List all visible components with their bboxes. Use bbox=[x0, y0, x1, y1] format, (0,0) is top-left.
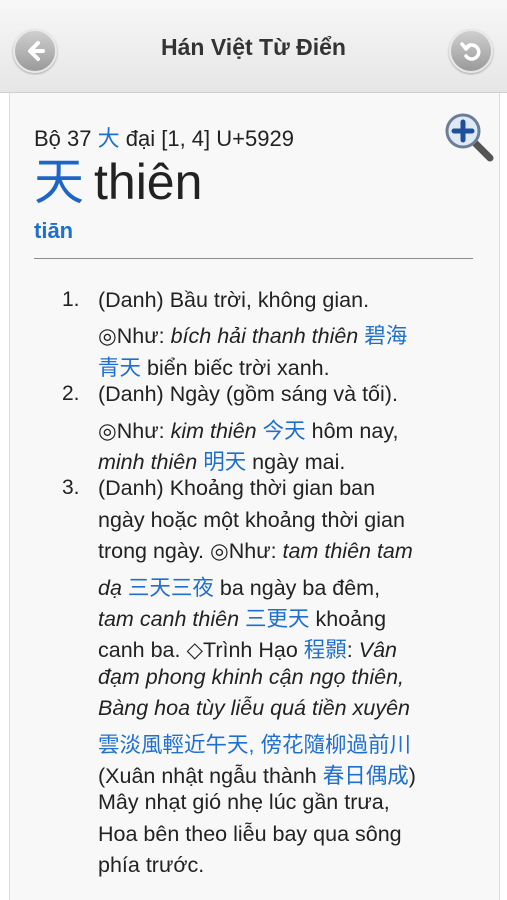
definition-text: : bbox=[346, 638, 359, 663]
italic-term: dạ bbox=[98, 575, 122, 600]
definition-line: 雲淡風輕近午天, 傍花隨柳過前川 bbox=[98, 728, 411, 759]
definition-text: canh ba. ◇Trình Hạo bbox=[98, 638, 304, 663]
italic-term: đạm phong khinh cận ngọ thiên, bbox=[98, 664, 405, 689]
headword-char: 天 bbox=[34, 154, 84, 210]
hanzi-link[interactable]: 今天 bbox=[263, 419, 306, 443]
definition-text: Mây nhạt gió nhẹ lúc gần trưa, bbox=[98, 790, 390, 815]
undo-button[interactable] bbox=[449, 29, 493, 73]
hanzi-link[interactable]: 春日偶成 bbox=[323, 764, 409, 788]
hanzi-link[interactable]: 程顥 bbox=[304, 638, 347, 662]
definition-line: dạ 三天三夜 ba ngày ba đêm, bbox=[98, 571, 380, 602]
definition-text: ngày hoặc một khoảng thời gian bbox=[98, 507, 405, 532]
hanzi-link[interactable]: 明天 bbox=[203, 450, 246, 474]
definition-text: hôm nay, bbox=[305, 418, 399, 443]
hanzi-link[interactable]: 三更天 bbox=[245, 607, 310, 631]
definition-text: ) bbox=[408, 764, 416, 788]
definition-text: (Danh) Ngày (gồm sáng và tối). bbox=[98, 382, 398, 407]
navigation-bar: Hán Việt Từ Điển bbox=[0, 0, 507, 93]
definition-text: phía trước. bbox=[98, 853, 205, 878]
hanzi-link[interactable]: 三天三夜 bbox=[128, 576, 214, 600]
definition-text: (Danh) Bầu trời, không gian. bbox=[98, 288, 370, 312]
definition-text: ◎Như: bbox=[98, 324, 171, 349]
definition-text: trong ngày. ◎Như: bbox=[98, 539, 283, 564]
definition-line: ◎Như: bích hải thanh thiên 碧海 bbox=[98, 319, 407, 350]
definition-line: ◎Như: kim thiên 今天 hôm nay, bbox=[98, 414, 398, 445]
definition-text: biển biếc trời xanh. bbox=[141, 355, 330, 380]
page-title: Hán Việt Từ Điển bbox=[161, 34, 346, 60]
definition-line: phía trước. bbox=[98, 853, 204, 878]
definition-line: minh thiên 明天 ngày mai. bbox=[98, 445, 345, 476]
definition-text: khoảng bbox=[309, 607, 387, 631]
definition-number: 2. bbox=[62, 382, 80, 406]
definition-line: (Xuân nhật ngẫu thành 春日偶成) bbox=[98, 759, 416, 790]
undo-icon bbox=[460, 42, 481, 61]
hanzi-link[interactable]: 雲淡風輕近午天, 傍花隨柳過前川 bbox=[98, 733, 411, 757]
definition-line: Bàng hoa tùy liễu quá tiền xuyên bbox=[98, 696, 410, 721]
zoom-in-icon[interactable] bbox=[442, 110, 498, 166]
italic-term: bích hải thanh thiên bbox=[170, 324, 359, 349]
italic-term: tam canh thiên bbox=[98, 607, 240, 631]
italic-term: minh thiên bbox=[98, 450, 198, 474]
hanzi-link[interactable]: 碧海 bbox=[364, 324, 407, 348]
definition-line: đạm phong khinh cận ngọ thiên, bbox=[98, 665, 404, 690]
definition-text: (Xuân nhật ngẫu thành bbox=[98, 764, 323, 788]
headword: 天 thiên bbox=[34, 152, 202, 212]
definition-line: ngày hoặc một khoảng thời gian bbox=[98, 508, 405, 533]
definition-line: Hoa bên theo liễu bay qua sông bbox=[98, 822, 402, 847]
definition-text: Hoa bên theo liễu bay qua sông bbox=[98, 821, 402, 846]
italic-term: kim thiên bbox=[170, 418, 257, 443]
definition-line: (Danh) Khoảng thời gian ban bbox=[98, 476, 375, 501]
radical-details: đại [1, 4] U+5929 bbox=[125, 126, 294, 151]
italic-term: tam thiên tam bbox=[282, 539, 413, 564]
definition-line: tam canh thiên 三更天 khoảng bbox=[98, 602, 386, 633]
radical-info: Bộ 37 大 đại [1, 4] U+5929 bbox=[34, 121, 294, 153]
definition-number: 1. bbox=[62, 288, 80, 311]
definition-number: 3. bbox=[62, 476, 80, 500]
divider bbox=[34, 258, 473, 259]
definition-text: (Danh) Khoảng thời gian ban bbox=[98, 476, 376, 501]
definition-line: 青天 biển biếc trời xanh. bbox=[98, 351, 330, 382]
definition-line: (Danh) Ngày (gồm sáng và tối). bbox=[98, 382, 398, 407]
definition-text: ◎Như: bbox=[98, 418, 171, 443]
definition-line: canh ba. ◇Trình Hạo 程顥: Vân bbox=[98, 633, 397, 664]
definition-text: ngày mai. bbox=[246, 450, 346, 474]
definition-line: trong ngày. ◎Như: tam thiên tam bbox=[98, 539, 413, 564]
radical-char-link[interactable]: 大 bbox=[98, 126, 120, 151]
italic-term: Vân bbox=[358, 638, 397, 663]
definition-line: (Danh) Bầu trời, không gian. bbox=[98, 288, 369, 313]
definition-text: ba ngày ba đêm, bbox=[213, 575, 381, 600]
radical-number: Bộ 37 bbox=[34, 126, 92, 151]
headword-reading: thiên bbox=[94, 154, 203, 210]
italic-term: Bàng hoa tùy liễu quá tiền xuyên bbox=[98, 696, 410, 721]
hanzi-link[interactable]: 青天 bbox=[98, 356, 141, 380]
definition-line: Mây nhạt gió nhẹ lúc gần trưa, bbox=[98, 790, 390, 815]
pinyin: tiān bbox=[34, 218, 74, 243]
